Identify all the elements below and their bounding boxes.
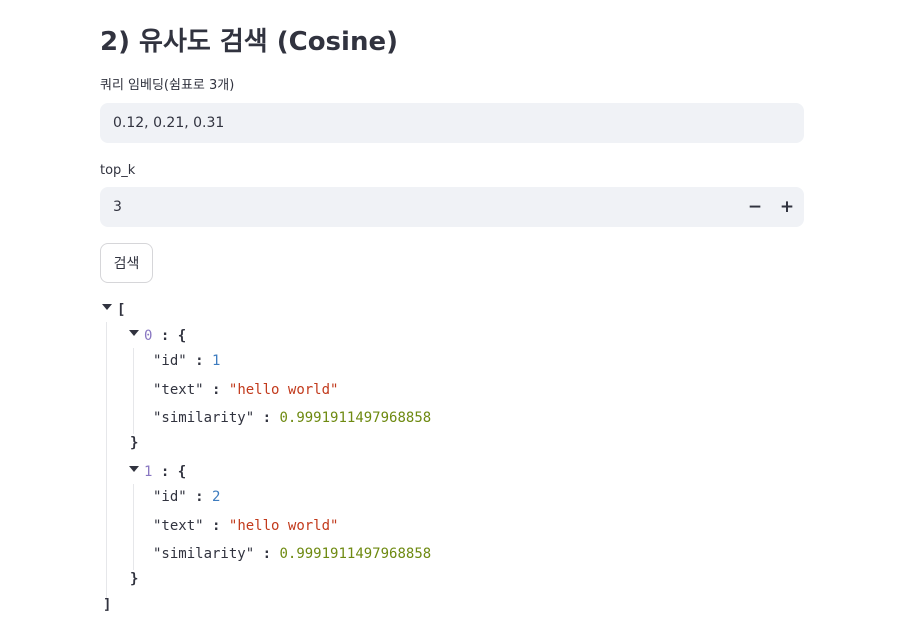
query-embedding-label: 쿼리 임베딩(쉼표로 3개) <box>100 78 235 93</box>
object-open-brace: { <box>177 328 187 344</box>
json-field-row: "similarity" : 0.9991911497968858 <box>153 544 431 564</box>
field-key: "text" <box>153 518 204 534</box>
field-key: "id" <box>153 489 187 505</box>
object-open-brace: { <box>177 464 187 480</box>
object-guide-line <box>133 484 134 570</box>
item-index: 0 <box>144 328 153 344</box>
field-value: 2 <box>212 489 221 505</box>
object-guide-line <box>133 348 134 434</box>
field-value: 0.9991911497968858 <box>279 410 432 426</box>
field-value: 1 <box>212 353 221 369</box>
colon: : <box>160 464 170 480</box>
collapse-item-1-icon[interactable] <box>129 466 139 472</box>
object-close-brace: } <box>130 571 139 587</box>
colon: : <box>160 328 170 344</box>
json-field-row: "similarity" : 0.9991911497968858 <box>153 408 431 428</box>
section-title: 2) 유사도 검색 (Cosine) <box>100 27 398 57</box>
top-k-label: top_k <box>100 163 136 178</box>
field-key: "text" <box>153 382 204 398</box>
colon: : <box>195 489 204 505</box>
colon: : <box>212 382 221 398</box>
object-close-brace: } <box>130 435 139 451</box>
field-key: "id" <box>153 353 187 369</box>
collapse-array-icon[interactable] <box>102 304 112 310</box>
colon: : <box>195 353 204 369</box>
json-item: 1 : { <box>144 462 186 482</box>
increment-button[interactable]: + <box>771 187 803 227</box>
search-button[interactable]: 검색 <box>100 243 153 283</box>
collapse-item-0-icon[interactable] <box>129 330 139 336</box>
field-value: "hello world" <box>228 382 339 398</box>
json-field-row: "text" : "hello world" <box>153 516 338 536</box>
top-k-stepper[interactable]: − + <box>100 187 804 227</box>
field-key: "similarity" <box>153 546 255 562</box>
decrement-button[interactable]: − <box>739 187 771 227</box>
json-field-row: "text" : "hello world" <box>153 380 338 400</box>
item-index: 1 <box>144 464 153 480</box>
colon: : <box>262 410 272 426</box>
field-key: "similarity" <box>153 410 255 426</box>
top-k-input[interactable] <box>100 187 720 227</box>
json-field-row: "id" : 1 <box>153 351 220 371</box>
query-embedding-input[interactable] <box>100 103 804 143</box>
json-field-row: "id" : 2 <box>153 487 220 507</box>
array-guide-line <box>106 322 107 598</box>
array-close-bracket: ] <box>103 597 112 613</box>
field-value: "hello world" <box>228 518 339 534</box>
field-value: 0.9991911497968858 <box>279 546 432 562</box>
json-item: 0 : { <box>144 326 186 346</box>
array-open-bracket: [ <box>117 302 126 318</box>
query-embedding-field[interactable] <box>100 103 804 143</box>
colon: : <box>262 546 272 562</box>
similarity-search-section: 2) 유사도 검색 (Cosine) 쿼리 임베딩(쉼표로 3개) top_k … <box>0 0 909 641</box>
colon: : <box>212 518 221 534</box>
